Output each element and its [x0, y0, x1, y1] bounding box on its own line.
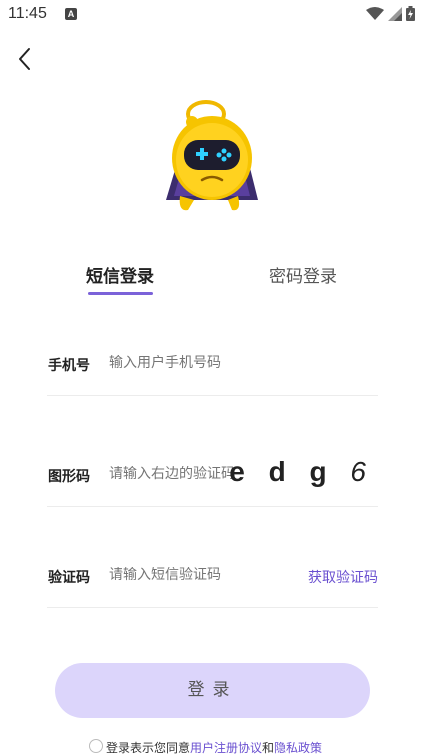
- tab-password-login[interactable]: 密码登录: [269, 262, 337, 287]
- agreement-text: 登录表示您同意用户注册协议和隐私政策: [106, 739, 322, 756]
- sms-code-row: 验证码 获取验证码: [47, 547, 378, 608]
- mascot-logo: [166, 100, 258, 211]
- login-tabs: 短信登录 密码登录: [0, 262, 423, 302]
- phone-input[interactable]: [109, 355, 269, 371]
- sms-code-input[interactable]: [109, 567, 259, 583]
- wifi-icon: [366, 6, 384, 20]
- status-time: 11:45: [8, 5, 47, 22]
- notification-icon: A: [65, 8, 77, 20]
- image-code-row: 图形码 e d g 6: [47, 446, 378, 507]
- back-arrow-icon[interactable]: [14, 46, 38, 72]
- login-button[interactable]: 登录: [55, 663, 370, 718]
- captcha-image[interactable]: e d g 6: [229, 456, 374, 488]
- status-bar: 11:45 A: [0, 0, 423, 30]
- image-code-label: 图形码: [48, 469, 90, 485]
- agreement-checkbox[interactable]: [89, 739, 103, 753]
- sms-code-label: 验证码: [48, 570, 90, 586]
- signal-icon: [388, 6, 402, 21]
- status-icons: [366, 6, 415, 21]
- battery-icon: [406, 6, 415, 21]
- phone-row: 手机号: [47, 335, 378, 396]
- agreement: 登录表示您同意用户注册协议和隐私政策: [0, 734, 423, 756]
- tab-active-indicator: [88, 292, 153, 295]
- captcha-text: e d g: [229, 456, 351, 487]
- phone-label: 手机号: [48, 358, 90, 374]
- tab-sms-login[interactable]: 短信登录: [86, 262, 154, 287]
- captcha-text-last: 6: [350, 456, 374, 487]
- get-sms-code-button[interactable]: 获取验证码: [308, 567, 378, 587]
